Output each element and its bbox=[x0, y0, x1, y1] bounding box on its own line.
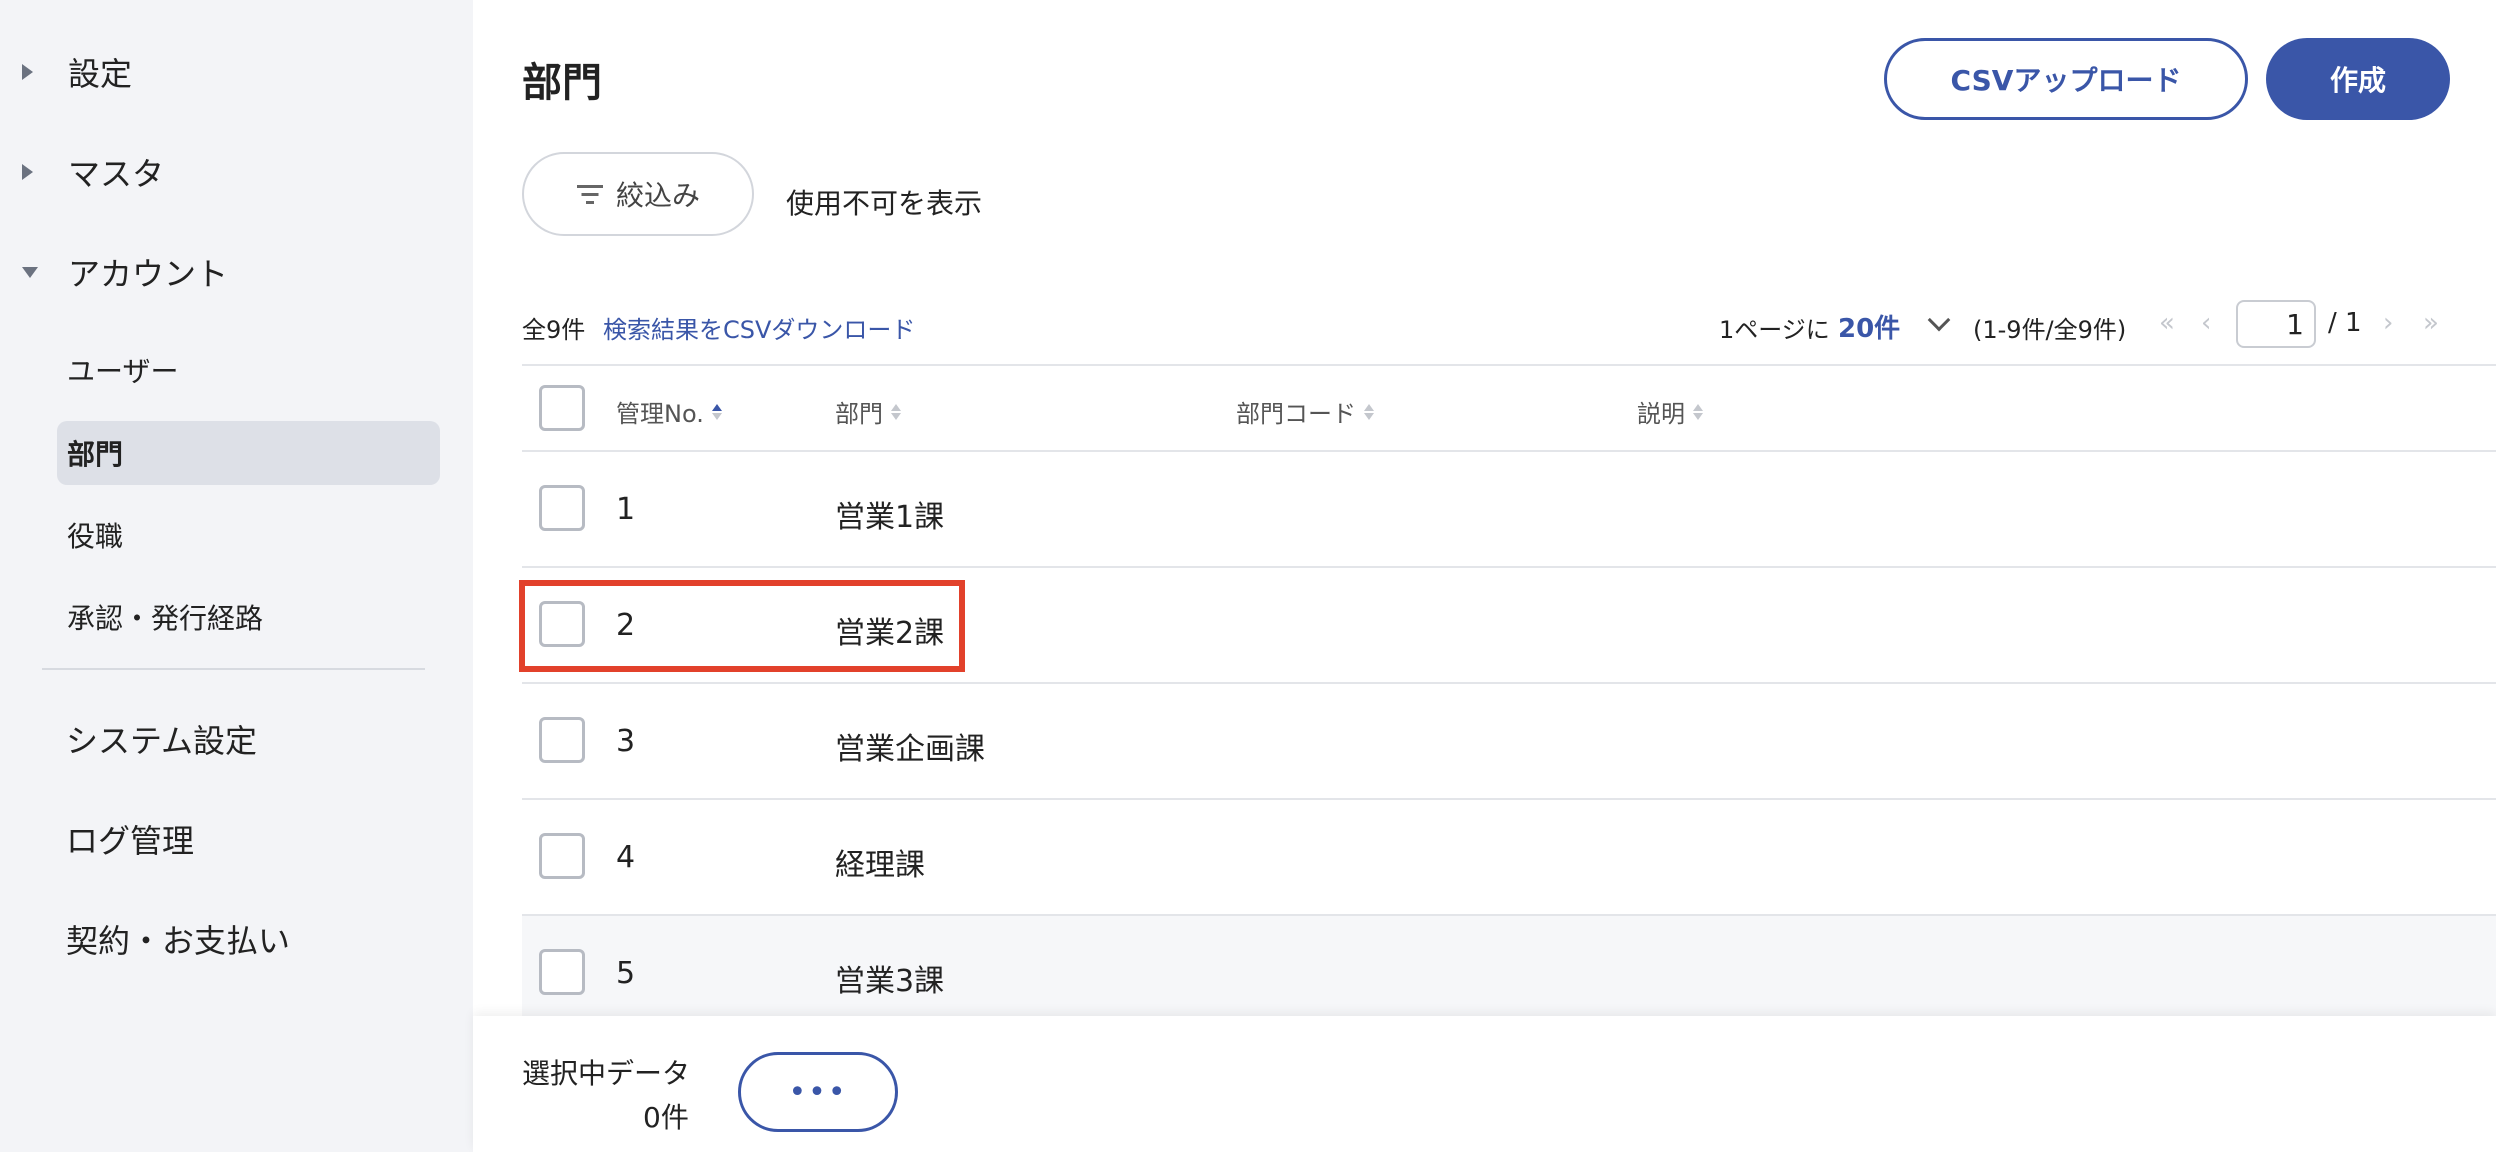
sidebar-link-log-management[interactable]: ログ管理 bbox=[66, 816, 194, 862]
cell-no: 4 bbox=[616, 840, 636, 875]
cell-no: 2 bbox=[616, 608, 636, 643]
sidebar-section-label: アカウント bbox=[68, 255, 229, 293]
row-checkbox[interactable] bbox=[539, 601, 585, 647]
first-page-icon[interactable]: « bbox=[2159, 308, 2175, 338]
selection-footer: 選択中データ 0件 ••• bbox=[473, 1016, 2496, 1152]
select-all-checkbox[interactable] bbox=[539, 385, 585, 431]
app-root: 設定 マスタ アカウント ユーザー 部門 役職 承認・発行経路 システム設定 ロ… bbox=[0, 0, 2496, 1152]
cell-dept: 営業3課 bbox=[835, 964, 945, 999]
csv-download-link[interactable]: 検索結果をCSVダウンロード bbox=[603, 310, 915, 345]
table-row[interactable]: 4 経理課 bbox=[522, 800, 2496, 916]
sidebar-link-contract-payment[interactable]: 契約・お支払い bbox=[66, 916, 290, 962]
filter-icon bbox=[576, 183, 604, 205]
column-header-desc[interactable]: 説明 bbox=[1637, 394, 1703, 429]
cell-dept: 営業1課 bbox=[835, 500, 945, 535]
table-row[interactable]: 2 営業2課 bbox=[522, 568, 2496, 684]
sidebar-section-label: マスタ bbox=[68, 155, 165, 193]
sidebar-item-approval-routes[interactable]: 承認・発行経路 bbox=[57, 585, 440, 649]
column-header-no[interactable]: 管理No. bbox=[616, 394, 722, 429]
cell-dept: 経理課 bbox=[835, 848, 925, 883]
caret-right-icon bbox=[22, 64, 33, 80]
sidebar: 設定 マスタ アカウント ユーザー 部門 役職 承認・発行経路 システム設定 ロ… bbox=[0, 0, 473, 1152]
last-page-icon[interactable]: » bbox=[2423, 308, 2439, 338]
chevron-down-icon[interactable] bbox=[1927, 308, 1951, 332]
sidebar-section-master[interactable]: マスタ bbox=[0, 140, 473, 204]
sidebar-section-settings[interactable]: 設定 bbox=[0, 40, 473, 104]
prev-page-icon[interactable]: ‹ bbox=[2201, 308, 2211, 338]
table-row[interactable]: 3 営業企画課 bbox=[522, 684, 2496, 800]
selected-data-label: 選択中データ bbox=[522, 1057, 691, 1090]
column-header-label: 部門コード bbox=[1236, 400, 1356, 428]
next-page-icon[interactable]: › bbox=[2383, 308, 2393, 338]
sidebar-link-system-settings[interactable]: システム設定 bbox=[66, 716, 257, 762]
cell-no: 1 bbox=[616, 492, 636, 527]
create-button[interactable]: 作成 bbox=[2266, 38, 2450, 120]
caret-right-icon bbox=[22, 164, 33, 180]
table-row[interactable]: 1 営業1課 bbox=[522, 452, 2496, 568]
table-row[interactable]: 5 営業3課 bbox=[522, 916, 2496, 1032]
column-header-dept[interactable]: 部門 bbox=[835, 394, 901, 429]
total-count: 全9件 bbox=[522, 316, 586, 344]
sidebar-item-positions[interactable]: 役職 bbox=[57, 503, 440, 567]
caret-down-icon bbox=[22, 266, 38, 278]
table-header: 管理No. 部門 部門コード 説明 bbox=[522, 364, 2496, 452]
page-total: / 1 bbox=[2328, 308, 2362, 338]
per-page-select[interactable]: 20件 bbox=[1838, 308, 1900, 345]
column-header-code[interactable]: 部門コード bbox=[1236, 394, 1374, 429]
page-title: 部門 bbox=[522, 60, 602, 106]
cell-dept: 営業企画課 bbox=[835, 732, 985, 767]
filter-button-label: 絞込み bbox=[615, 179, 700, 212]
show-disabled-toggle[interactable]: 使用不可を表示 bbox=[786, 182, 982, 222]
row-checkbox[interactable] bbox=[539, 717, 585, 763]
filter-button[interactable]: 絞込み bbox=[522, 152, 754, 236]
selected-data-count: 0件 bbox=[643, 1101, 689, 1134]
departments-table: 管理No. 部門 部門コード 説明 1 営業1課 2 営業2課 3 営業企画課 … bbox=[522, 364, 2496, 1032]
per-page-label: 1ページに bbox=[1719, 316, 1830, 344]
column-header-label: 部門 bbox=[835, 400, 883, 428]
row-checkbox[interactable] bbox=[539, 485, 585, 531]
sort-icon bbox=[891, 403, 901, 420]
cell-dept: 営業2課 bbox=[835, 616, 945, 651]
cell-no: 5 bbox=[616, 956, 636, 991]
sort-icon bbox=[1364, 403, 1374, 420]
more-actions-button[interactable]: ••• bbox=[738, 1052, 898, 1132]
column-header-label: 管理No. bbox=[616, 400, 704, 428]
sidebar-section-label: 設定 bbox=[68, 55, 133, 93]
sort-icon bbox=[1693, 403, 1703, 420]
row-checkbox[interactable] bbox=[539, 949, 585, 995]
sidebar-item-departments[interactable]: 部門 bbox=[57, 421, 440, 485]
row-checkbox[interactable] bbox=[539, 833, 585, 879]
range-text: (1-9件/全9件) bbox=[1973, 316, 2127, 344]
sort-icon bbox=[711, 403, 722, 420]
column-header-label: 説明 bbox=[1637, 400, 1685, 428]
csv-upload-button[interactable]: CSVアップロード bbox=[1884, 38, 2248, 120]
sidebar-divider bbox=[42, 668, 425, 670]
main-content: 部門 CSVアップロード 作成 絞込み 使用不可を表示 全9件 検索結果をCSV… bbox=[473, 0, 2496, 1152]
sidebar-item-users[interactable]: ユーザー bbox=[57, 338, 440, 402]
sidebar-section-account[interactable]: アカウント bbox=[0, 240, 473, 304]
page-number-input[interactable] bbox=[2236, 300, 2316, 348]
cell-no: 3 bbox=[616, 724, 636, 759]
